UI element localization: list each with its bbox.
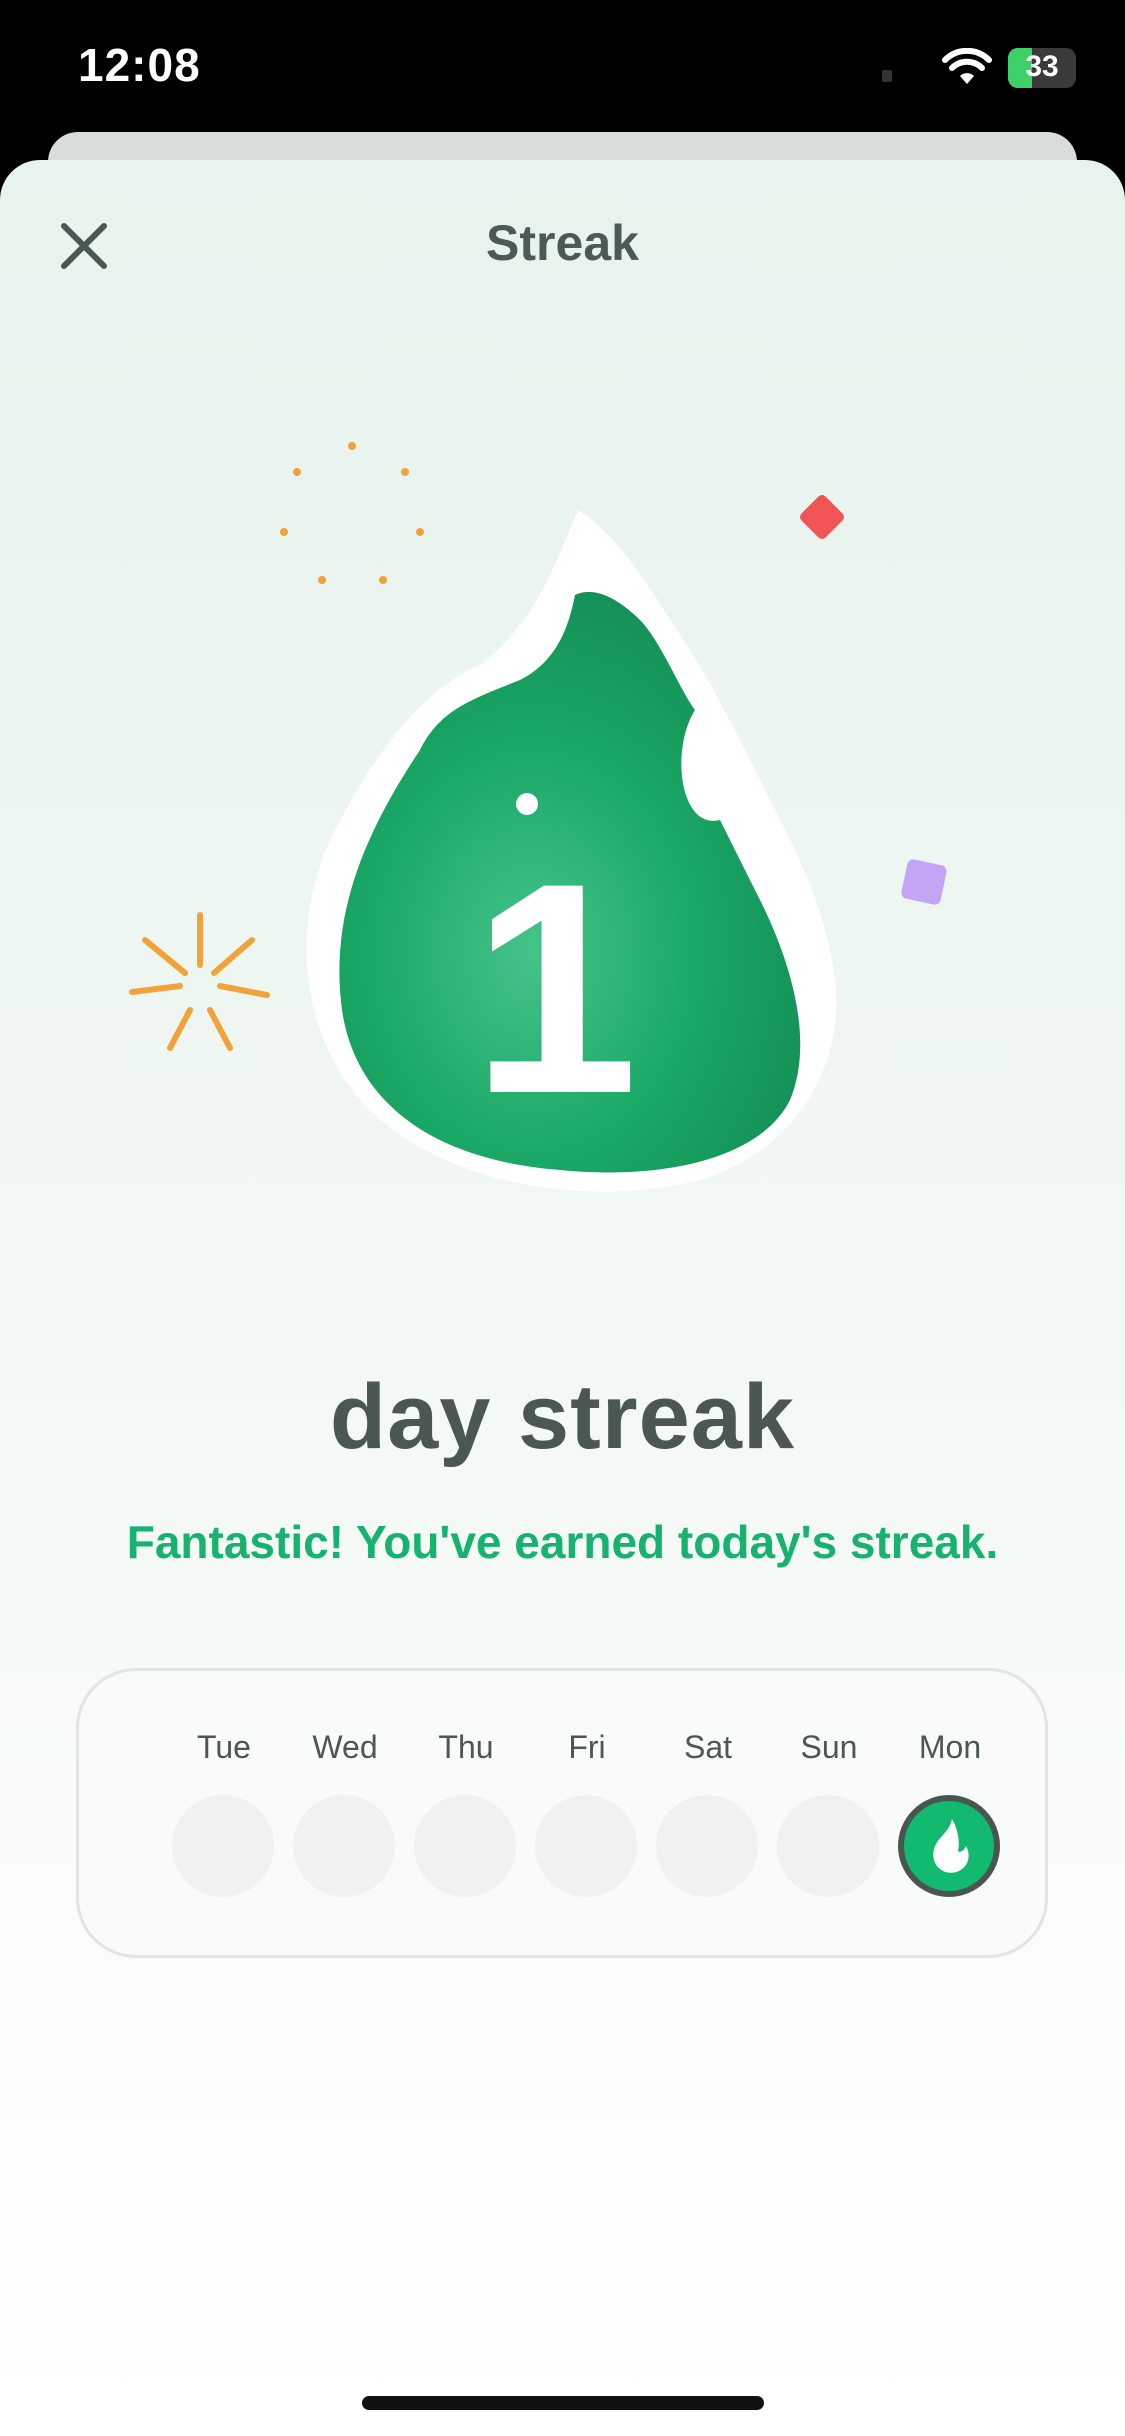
day-indicator	[777, 1795, 879, 1897]
day-indicator	[172, 1795, 274, 1897]
streak-flame-illustration: 1	[129, 442, 947, 1192]
day-label: Fri	[568, 1729, 606, 1765]
day-indicator	[535, 1795, 637, 1897]
wifi-icon	[942, 48, 992, 84]
day-indicator	[656, 1795, 758, 1897]
day-label: Mon	[918, 1729, 982, 1765]
streak-number: 1	[472, 820, 639, 1156]
streak-message: Fantastic! You've earned today's streak.	[126, 1516, 999, 1568]
day-label: Tue	[197, 1729, 251, 1765]
battery-level: 33	[1025, 50, 1059, 83]
sparkle-burst	[129, 912, 270, 1051]
status-time: 12:08	[78, 39, 201, 91]
battery-icon: 33	[1008, 48, 1076, 88]
home-indicator[interactable]	[362, 2396, 764, 2410]
status-bar: 12:08 33	[0, 0, 1125, 140]
streak-label: day streak	[329, 1366, 796, 1468]
sparkle-dots	[280, 442, 424, 584]
page-title: Streak	[486, 215, 639, 271]
flame-icon	[933, 1819, 969, 1873]
confetti-red	[800, 495, 844, 539]
flame-highlight	[516, 793, 538, 815]
day-label: Thu	[438, 1729, 494, 1765]
day-indicator-completed	[898, 1795, 1000, 1897]
week-calendar: Tue Wed Thu Fri Sat Sun Mon	[76, 1668, 1048, 1958]
camera-indicator	[882, 70, 892, 82]
day-label: Sun	[800, 1729, 858, 1765]
day-indicator	[414, 1795, 516, 1897]
day-label: Sat	[683, 1729, 733, 1765]
day-indicator	[293, 1795, 395, 1897]
day-label: Wed	[312, 1729, 378, 1765]
confetti-purple	[901, 859, 947, 905]
